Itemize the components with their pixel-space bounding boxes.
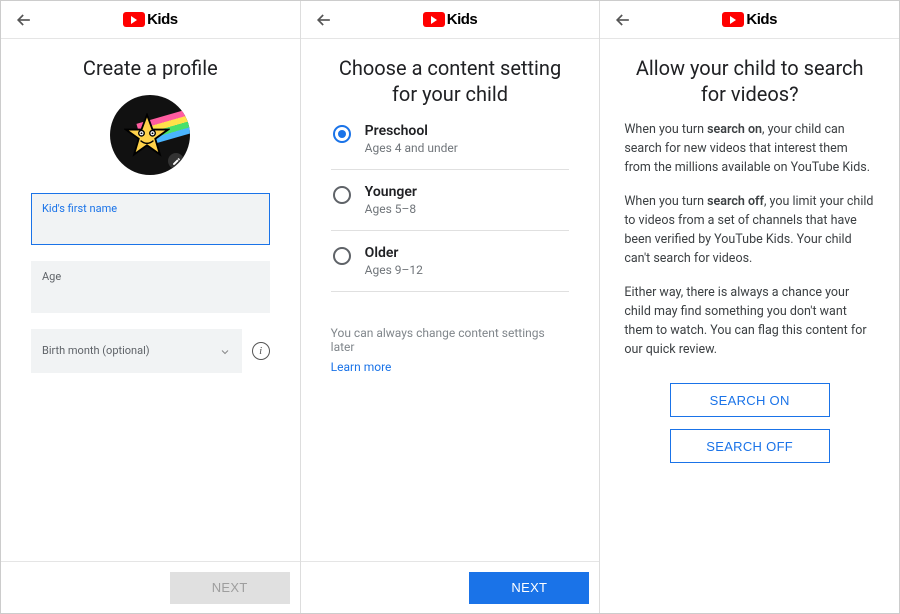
search-on-description: When you turn search on, your child can …: [624, 121, 875, 177]
youtube-play-icon: [722, 12, 744, 27]
option-subtitle: Ages 5–8: [365, 202, 417, 216]
chevron-down-icon: [219, 343, 231, 362]
option-title: Older: [365, 245, 423, 261]
star-character-icon: [124, 113, 170, 159]
first-name-input[interactable]: [42, 215, 259, 233]
search-on-button[interactable]: SEARCH ON: [670, 383, 830, 417]
page-title: Create a profile: [31, 55, 270, 81]
page-title: Allow your child to search for videos?: [624, 55, 875, 107]
arrow-left-icon: [613, 10, 633, 30]
youtube-play-icon: [423, 12, 445, 27]
option-subtitle: Ages 9–12: [365, 263, 423, 277]
edit-avatar-button[interactable]: [168, 153, 184, 169]
next-button[interactable]: NEXT: [469, 572, 589, 604]
first-name-label: Kid's first name: [42, 202, 259, 215]
arrow-left-icon: [314, 10, 334, 30]
back-button[interactable]: [612, 9, 634, 31]
age-input[interactable]: [42, 283, 259, 301]
option-younger[interactable]: Younger Ages 5–8: [331, 170, 570, 231]
search-off-button[interactable]: SEARCH OFF: [670, 429, 830, 463]
brand-text: Kids: [447, 11, 478, 28]
back-button[interactable]: [313, 9, 335, 31]
disclaimer-text: Either way, there is always a chance you…: [624, 284, 875, 359]
learn-more-link[interactable]: Learn more: [331, 360, 392, 374]
birth-month-label: Birth month (optional): [42, 344, 150, 357]
age-field[interactable]: Age: [31, 261, 270, 313]
search-permission-screen: Kids Allow your child to search for vide…: [600, 1, 899, 613]
age-label: Age: [42, 270, 259, 283]
search-off-description: When you turn search off, you limit your…: [624, 193, 875, 268]
birth-month-field[interactable]: Birth month (optional): [31, 329, 242, 373]
option-title: Younger: [365, 184, 417, 200]
profile-avatar[interactable]: [110, 95, 190, 175]
brand-logo: Kids: [722, 11, 777, 28]
first-name-field[interactable]: Kid's first name: [31, 193, 270, 245]
create-profile-screen: Kids Create a profile Kid's first name: [1, 1, 301, 613]
option-subtitle: Ages 4 and under: [365, 141, 458, 155]
pencil-icon: [172, 157, 181, 166]
topbar: Kids: [1, 1, 300, 39]
arrow-left-icon: [14, 10, 34, 30]
content-setting-options: Preschool Ages 4 and under Younger Ages …: [331, 121, 570, 292]
brand-logo: Kids: [423, 11, 478, 28]
youtube-play-icon: [123, 12, 145, 27]
option-preschool[interactable]: Preschool Ages 4 and under: [331, 121, 570, 170]
birth-month-info-button[interactable]: i: [252, 342, 270, 360]
brand-text: Kids: [147, 11, 178, 28]
next-button[interactable]: NEXT: [170, 572, 290, 604]
radio-icon: [333, 186, 351, 204]
option-older[interactable]: Older Ages 9–12: [331, 231, 570, 292]
topbar: Kids: [600, 1, 899, 39]
back-button[interactable]: [13, 9, 35, 31]
radio-icon: [333, 247, 351, 265]
brand-text: Kids: [746, 11, 777, 28]
radio-icon: [333, 125, 351, 143]
topbar: Kids: [301, 1, 600, 39]
brand-logo: Kids: [123, 11, 178, 28]
content-setting-screen: Kids Choose a content setting for your c…: [301, 1, 601, 613]
page-title: Choose a content setting for your child: [331, 55, 570, 107]
settings-hint: You can always change content settings l…: [331, 326, 570, 354]
option-title: Preschool: [365, 123, 458, 139]
